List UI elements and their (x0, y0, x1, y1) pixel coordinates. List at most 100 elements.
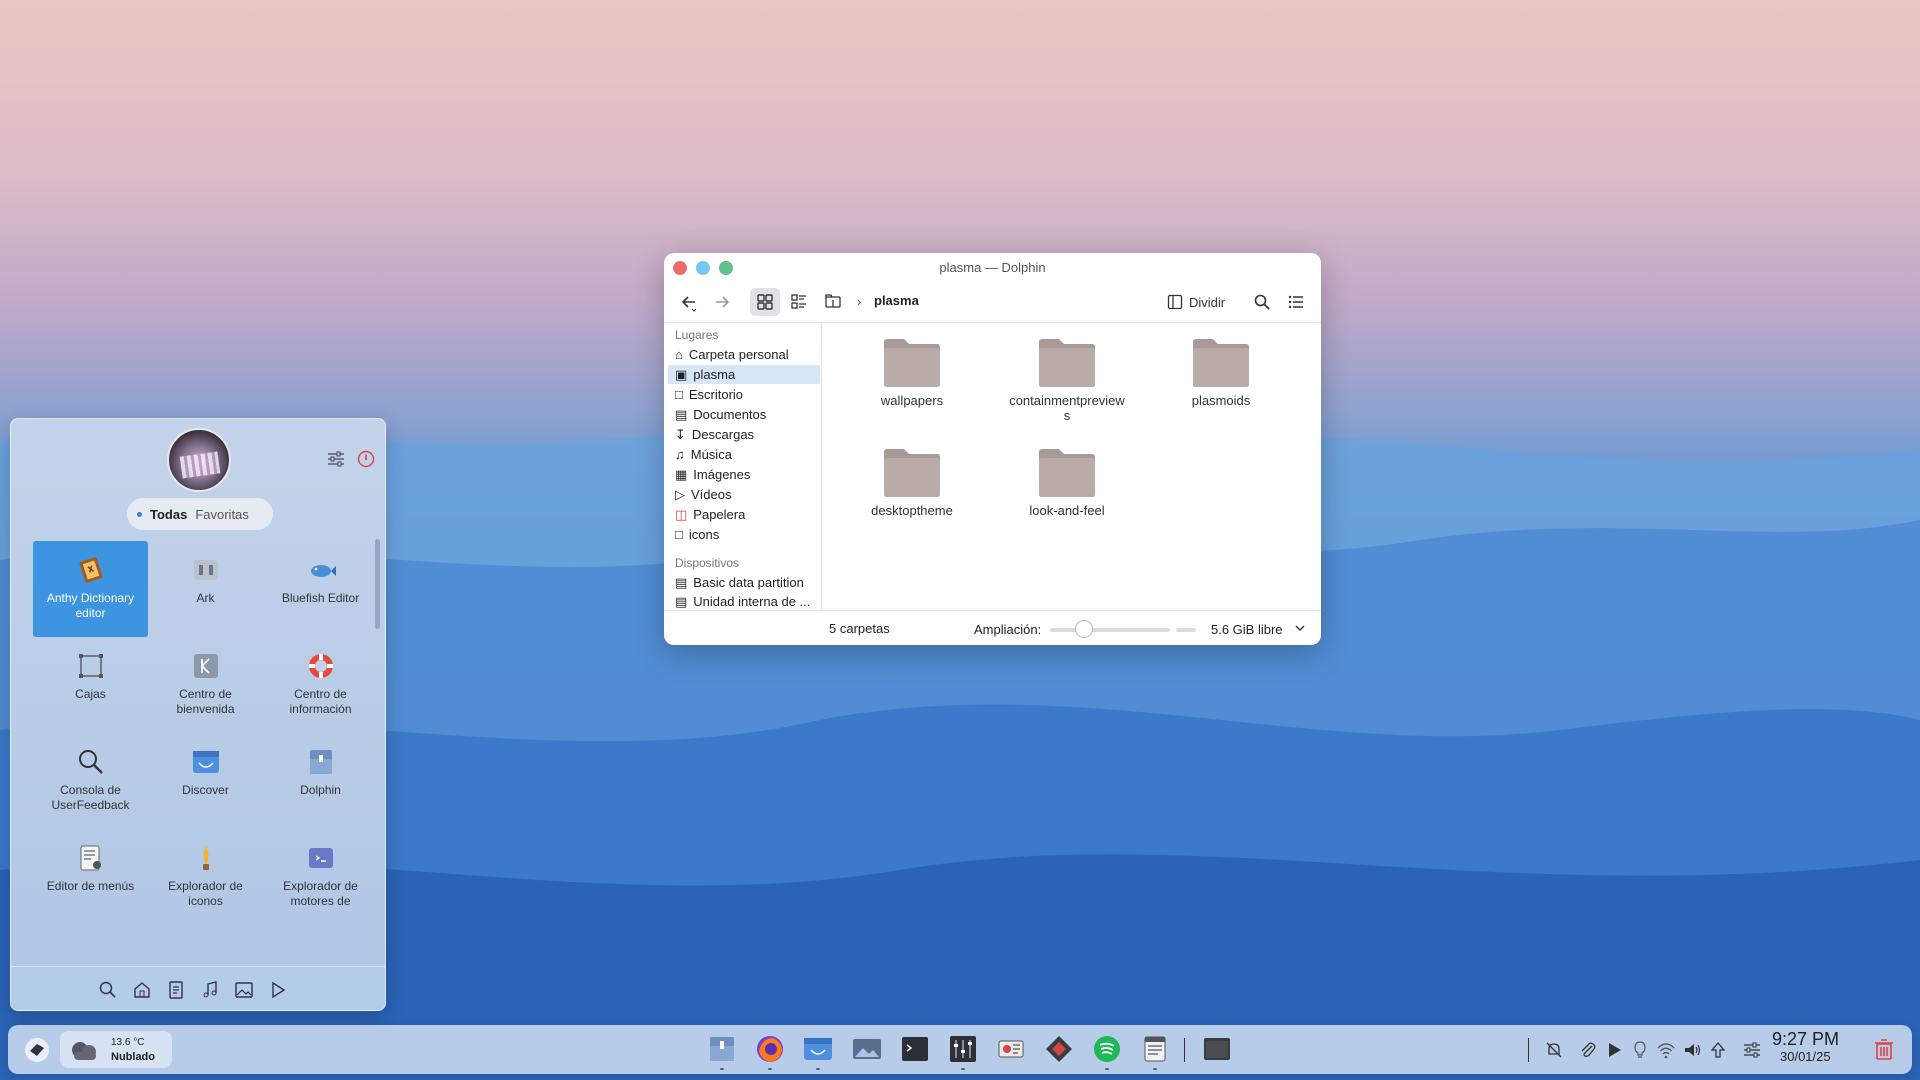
back-arrow-icon (681, 296, 697, 312)
app-item[interactable]: Bluefish Editor (263, 541, 373, 637)
place-documents[interactable]: ▤ Documentos (668, 405, 820, 424)
settings-sliders-icon[interactable] (326, 449, 346, 469)
details-view-button[interactable] (784, 288, 814, 316)
lightbulb-icon[interactable] (1630, 1040, 1650, 1060)
clock-date[interactable]: 30/01/25 (1780, 1049, 1831, 1064)
tree-view-button[interactable] (818, 288, 848, 316)
folder-item[interactable]: plasmoids (1156, 336, 1286, 408)
konsole-task[interactable] (899, 1033, 931, 1065)
place-home[interactable]: ⌂ Carpeta personal (668, 345, 820, 364)
launcher-button[interactable] (24, 1037, 50, 1063)
disk-usage-task[interactable] (995, 1033, 1027, 1065)
power-icon[interactable] (356, 449, 376, 469)
app-item[interactable]: Explorador de iconos (148, 829, 263, 925)
spotify-task[interactable] (1091, 1033, 1123, 1065)
place-videos[interactable]: ▷ Vídeos (668, 485, 820, 504)
dolphin-icon (309, 750, 332, 774)
grid-view-icon (757, 294, 773, 310)
taskbar-panel: 13.6 °C Nublado 9:27 PM 30/01/25 (8, 1025, 1912, 1074)
launcher-category-bar (11, 966, 385, 1010)
avatar[interactable] (167, 428, 231, 492)
place-images[interactable]: ▦ Imágenes (668, 465, 820, 484)
device-internal[interactable]: ▤ Unidad interna de ... (668, 592, 820, 611)
split-button[interactable]: Dividir (1167, 288, 1225, 316)
volume-icon[interactable] (1682, 1040, 1702, 1060)
dolphin-window: plasma — Dolphin › plasma Dividir Lugare… (664, 253, 1321, 645)
free-space[interactable]: 5.6 GiB libre (1211, 622, 1283, 637)
menu-button[interactable] (1281, 288, 1311, 316)
app-item[interactable]: Editor de menús (33, 829, 148, 925)
paperclip-icon[interactable] (1578, 1040, 1598, 1060)
weather-temperature: 13.6 °C (111, 1037, 145, 1048)
app-item[interactable]: Discover (148, 733, 263, 829)
boxes-icon (78, 654, 103, 678)
place-icons[interactable]: □ icons (668, 525, 820, 544)
app-label: Dolphin (300, 783, 341, 797)
settings-sliders-icon[interactable] (1742, 1040, 1762, 1060)
place-downloads[interactable]: ↧ Descargas (668, 425, 820, 444)
back-button[interactable] (674, 288, 704, 316)
firefox-task[interactable] (754, 1033, 786, 1065)
app-item[interactable]: Ark (148, 541, 263, 637)
tab-favoritas[interactable]: Favoritas (195, 507, 248, 522)
app-label: Ark (196, 591, 215, 605)
folder-item[interactable]: desktoptheme (847, 446, 977, 518)
video-icon[interactable] (268, 980, 288, 1000)
gwenview-task[interactable] (851, 1033, 883, 1065)
chevron-down-icon[interactable] (1294, 621, 1306, 635)
document-icon[interactable] (166, 980, 186, 1000)
upload-arrow-icon[interactable] (1708, 1040, 1728, 1060)
app-item[interactable]: Centro de bienvenida (148, 637, 263, 733)
zoom-slider-handle[interactable] (1075, 620, 1093, 638)
folder-item[interactable]: look-and-feel (1002, 446, 1132, 518)
download-icon: ↧ (675, 426, 686, 442)
place-trash[interactable]: ◫ Papelera (668, 505, 820, 524)
play-icon[interactable] (1604, 1040, 1624, 1060)
place-plasma[interactable]: ▣ plasma (668, 365, 820, 384)
kate-task[interactable] (1043, 1033, 1075, 1065)
scrollbar[interactable] (375, 539, 380, 629)
title-bar[interactable]: plasma — Dolphin (664, 253, 1321, 281)
split-folder-icon (825, 294, 841, 308)
engine-explorer-icon (308, 848, 333, 868)
app-item[interactable]: Anthy Dictionary editor (33, 541, 148, 637)
place-music[interactable]: ♫ Música (668, 445, 820, 464)
wifi-icon[interactable] (1656, 1040, 1676, 1060)
app-item[interactable]: Dolphin (263, 733, 373, 829)
search-icon[interactable] (98, 980, 118, 1000)
forward-button[interactable] (707, 288, 737, 316)
clock-time[interactable]: 9:27 PM (1772, 1029, 1839, 1050)
dolphin-task[interactable] (706, 1033, 738, 1065)
zoom-slider[interactable] (1050, 628, 1170, 632)
music-icon[interactable] (200, 980, 220, 1000)
search-button[interactable] (1247, 288, 1277, 316)
place-desktop[interactable]: □ Escritorio (668, 385, 820, 404)
breadcrumb[interactable]: plasma (874, 293, 919, 308)
home-icon[interactable] (132, 980, 152, 1000)
icons-view-button[interactable] (750, 288, 780, 316)
tab-todas[interactable]: Todas (150, 507, 187, 522)
folder-icon: □ (675, 527, 683, 542)
welcome-icon (193, 654, 218, 678)
weather-widget[interactable]: 13.6 °C Nublado (60, 1031, 172, 1068)
app-item[interactable]: Centro de información (263, 637, 373, 733)
folder-item[interactable]: wallpapers (847, 336, 977, 408)
mixer-task[interactable] (947, 1033, 979, 1065)
app-item[interactable]: Cajas (33, 637, 148, 733)
notes-task[interactable] (1139, 1033, 1171, 1065)
image-icon[interactable] (234, 980, 254, 1000)
notifications-muted-icon[interactable] (1544, 1040, 1564, 1060)
app-item[interactable]: Explorador de motores de (263, 829, 373, 925)
active-tab-indicator (137, 511, 142, 517)
window-task[interactable] (1201, 1033, 1233, 1065)
folder-icon (1039, 339, 1095, 387)
folder-item[interactable]: containmentpreviews (1002, 336, 1132, 423)
weather-condition: Nublado (111, 1051, 155, 1063)
discover-task[interactable] (802, 1033, 834, 1065)
forward-arrow-icon (716, 296, 730, 308)
app-item[interactable]: Consola de UserFeedback (33, 733, 148, 829)
app-grid: Anthy Dictionary editor Ark Bluefish Edi… (23, 541, 373, 961)
application-launcher: Todas Favoritas Anthy Dictionary editor … (10, 418, 386, 1011)
trash-icon[interactable] (1872, 1037, 1896, 1061)
device-basic-data[interactable]: ▤ Basic data partition (668, 573, 820, 592)
